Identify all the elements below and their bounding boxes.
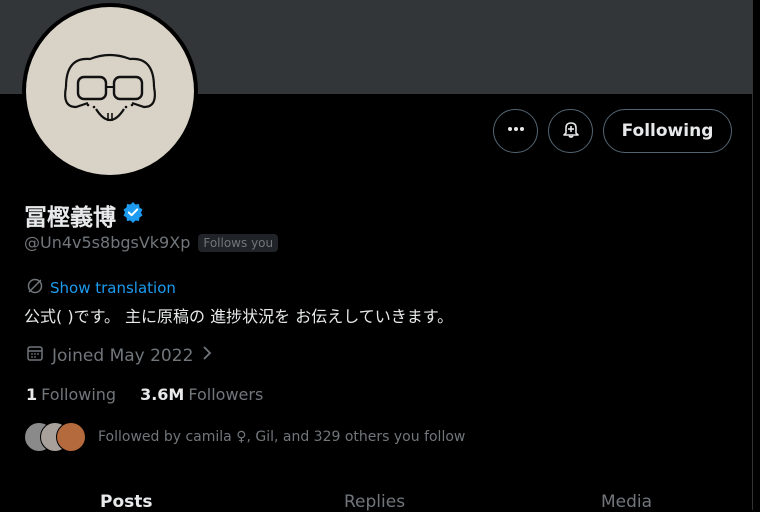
display-name-text: 冨樫義博 <box>24 205 116 231</box>
followed-by-avatars <box>24 422 86 452</box>
followed-by-row[interactable]: Followed by camila ♀, Gil, and 329 other… <box>24 422 465 452</box>
profile-tabs: Posts Replies Media <box>0 478 752 512</box>
following-count: 1 <box>26 385 38 404</box>
following-button[interactable]: Following <box>603 109 732 153</box>
followed-by-text: Followed by camila ♀, Gil, and 329 other… <box>98 429 466 445</box>
profile-bio: 公式( )です。 主に原稿の 進捗状況を お伝えしていきます。 <box>24 307 454 326</box>
calendar-icon <box>26 344 44 367</box>
follows-you-badge: Follows you <box>198 233 279 252</box>
show-translation-link[interactable]: Show translation <box>26 277 176 299</box>
profile-avatar[interactable] <box>22 3 198 179</box>
followers-count-link[interactable]: 3.6M Followers <box>140 385 263 404</box>
column-divider <box>752 0 753 510</box>
followers-count: 3.6M <box>140 385 185 404</box>
tab-media[interactable]: Media <box>601 492 652 512</box>
handle-row: @Un4v5s8bgsVk9Xp Follows you <box>24 233 279 252</box>
tab-posts[interactable]: Posts <box>100 492 153 512</box>
joined-date: Joined May 2022 <box>52 345 194 366</box>
show-translation-label: Show translation <box>50 279 176 297</box>
following-label: Following <box>41 385 117 404</box>
translate-icon <box>26 277 44 299</box>
joined-date-row[interactable]: Joined May 2022 <box>26 344 213 367</box>
handle: @Un4v5s8bgsVk9Xp <box>24 233 191 252</box>
chevron-right-icon <box>201 344 213 367</box>
followers-label: Followers <box>188 385 264 404</box>
follower-avatar <box>56 422 86 452</box>
verified-badge-icon[interactable] <box>122 201 144 229</box>
display-name: 冨樫義博 <box>24 198 144 232</box>
notification-bell-icon <box>561 119 581 143</box>
following-button-label: Following <box>621 121 714 141</box>
more-icon <box>506 119 526 143</box>
notifications-button[interactable] <box>548 109 593 153</box>
tab-replies[interactable]: Replies <box>344 492 405 512</box>
more-button[interactable] <box>493 109 538 153</box>
following-count-link[interactable]: 1 Following <box>26 385 116 404</box>
follow-stats: 1 Following 3.6M Followers <box>26 385 287 404</box>
avatar-image <box>26 7 194 175</box>
